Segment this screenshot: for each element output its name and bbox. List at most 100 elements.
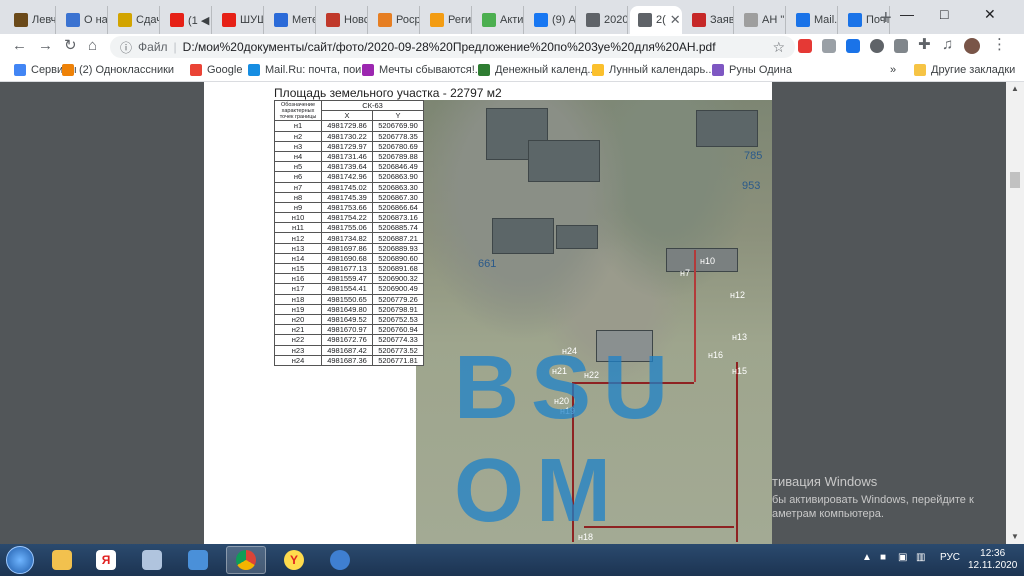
table-cell-y: 5206778.35 — [372, 130, 424, 142]
app-icon — [330, 550, 350, 570]
avatar[interactable] — [964, 38, 980, 54]
table-cell-x: 4981672.76 — [321, 334, 373, 346]
clock[interactable]: 12:36 12.11.2020 — [968, 548, 1017, 572]
tab-label: О на — [84, 14, 108, 26]
tab-favicon-icon — [586, 13, 600, 27]
taskbar-media[interactable] — [178, 546, 218, 574]
bookmark-item[interactable]: Денежный календ... — [478, 64, 597, 76]
parcel-number: 785 — [744, 150, 763, 162]
start-button[interactable] — [6, 546, 34, 574]
tray-icon[interactable]: ▣ — [898, 552, 907, 563]
tab-label: (9) А — [552, 14, 576, 26]
table-cell-pt: н19 — [274, 303, 322, 315]
bookmark-item[interactable]: (2) Одноклассники — [62, 64, 174, 76]
tab-13[interactable]: Заяв — [684, 6, 734, 34]
puzzle-icon[interactable]: ✚ — [918, 37, 931, 53]
clock-date: 12.11.2020 — [968, 560, 1018, 571]
table-cell-x: 4981731.46 — [321, 150, 373, 163]
home-icon[interactable]: ⌂ — [88, 38, 97, 54]
bookmarks-more-icon[interactable]: » — [890, 64, 896, 76]
taskbar: Я Y ▲ ■ ▣ ▥ РУС 12:36 12.11.2020 — [0, 544, 1024, 576]
tab-14[interactable]: АН " — [736, 6, 786, 34]
reload-icon[interactable]: ↻ — [64, 38, 77, 54]
shield-extension-icon[interactable] — [846, 39, 860, 53]
tab-12[interactable]: 2( ✕ — [630, 6, 682, 34]
menu-icon[interactable]: ⋮ — [992, 37, 1007, 53]
tab-11[interactable]: 2020 — [578, 6, 628, 34]
tab-label: 2( — [656, 14, 666, 26]
table-cell-pt: н17 — [274, 283, 322, 295]
circle-extension-icon[interactable] — [870, 39, 884, 53]
taskbar-yandex-browser[interactable]: Y — [274, 546, 314, 574]
bookmark-item[interactable]: Лунный календарь... — [592, 64, 714, 76]
tray-arrow-icon[interactable]: ▲ — [862, 552, 872, 563]
table-cell-pt: н12 — [274, 232, 322, 244]
tab-2[interactable]: Сдач — [110, 6, 160, 34]
table-cell-y: 5206771.81 — [372, 354, 424, 366]
pdf-extension-icon[interactable] — [822, 39, 836, 53]
bookmark-favicon-icon — [14, 64, 26, 76]
tab-8[interactable]: Реги — [422, 6, 472, 34]
tab-10[interactable]: (9) А — [526, 6, 576, 34]
pdf-scrollbar[interactable]: ▲ ▼ — [1006, 82, 1024, 544]
table-cell-x: 4981550.65 — [321, 293, 373, 305]
address-bar[interactable]: ⓘ Файл | D:/мои%20документы/сайт/фото/20… — [110, 36, 795, 58]
network-icon[interactable]: ▥ — [916, 552, 925, 563]
scroll-down-icon[interactable]: ▼ — [1011, 532, 1019, 541]
bookmark-item[interactable]: Мечты сбываются!... — [362, 64, 484, 76]
address-divider: | — [173, 40, 177, 54]
bookmark-favicon-icon — [62, 64, 74, 76]
calculator-icon — [142, 550, 162, 570]
tray-icon[interactable]: ■ — [880, 552, 886, 563]
tab-1[interactable]: О на — [58, 6, 108, 34]
table-cell-y: 5206867.30 — [372, 191, 424, 203]
bookmark-star-icon[interactable]: ☆ — [772, 39, 785, 56]
taskbar-yandex[interactable]: Я — [86, 546, 126, 574]
other-bookmarks[interactable]: Другие закладки — [914, 64, 1015, 76]
watermark: BSU OM — [454, 338, 681, 541]
bookmark-favicon-icon — [362, 64, 374, 76]
tab-4[interactable]: ШУШ — [214, 6, 264, 34]
bookmark-item[interactable]: Руны Одина — [712, 64, 792, 76]
tab-5[interactable]: Мете — [266, 6, 316, 34]
new-tab-button[interactable]: + — [880, 8, 892, 28]
tab-6[interactable]: Новс — [318, 6, 368, 34]
forward-icon[interactable]: → — [38, 38, 53, 54]
back-icon[interactable]: ← — [12, 38, 27, 54]
tab-9[interactable]: Акти — [474, 6, 524, 34]
table-cell-y: 5206773.52 — [372, 344, 424, 356]
taskbar-explorer[interactable] — [42, 546, 82, 574]
table-cell-x: 4981690.68 — [321, 252, 373, 265]
guard-extension-icon[interactable] — [894, 39, 908, 53]
table-cell-y: 5206774.33 — [372, 334, 424, 346]
taskbar-calculator[interactable] — [132, 546, 172, 574]
tab-7[interactable]: Росрс — [370, 6, 420, 34]
bookmark-item[interactable]: Mail.Ru: почта, пои... — [248, 64, 371, 76]
folder-icon — [914, 64, 926, 76]
tab-15[interactable]: Mail. — [788, 6, 838, 34]
table-row: н12 4981734.82 5206887.21 — [274, 232, 424, 244]
window-close[interactable]: ✕ — [984, 6, 996, 23]
taskbar-chrome[interactable] — [226, 546, 266, 574]
info-icon[interactable]: ⓘ — [120, 39, 132, 56]
table-cell-x: 4981742.96 — [321, 171, 373, 183]
media-icon[interactable]: ♫ — [942, 37, 953, 53]
table-cell-x: 4981697.86 — [321, 242, 373, 254]
bookmark-item[interactable]: Google — [190, 64, 242, 76]
table-cell-x: 4981729.97 — [321, 140, 373, 152]
address-url[interactable]: D:/мои%20документы/сайт/фото/2020-09-28%… — [183, 40, 716, 54]
window-maximize[interactable]: □ — [940, 6, 948, 22]
adblock-extension-icon[interactable] — [798, 39, 812, 53]
tab-0[interactable]: Левч — [6, 6, 56, 34]
tab-label: Левч — [32, 14, 56, 26]
window-minimize[interactable]: — — [900, 6, 914, 22]
scroll-up-icon[interactable]: ▲ — [1011, 84, 1019, 93]
table-cell-pt: н8 — [274, 191, 322, 203]
tab-close-icon[interactable]: ✕ — [670, 12, 681, 28]
language-indicator[interactable]: РУС — [940, 552, 960, 563]
taskbar-app[interactable] — [320, 546, 360, 574]
scrollbar-thumb[interactable] — [1010, 172, 1020, 188]
parcel-number: 953 — [742, 180, 761, 192]
table-cell-pt: н6 — [274, 171, 322, 183]
tab-3[interactable]: (1 ◀ — [162, 6, 212, 34]
